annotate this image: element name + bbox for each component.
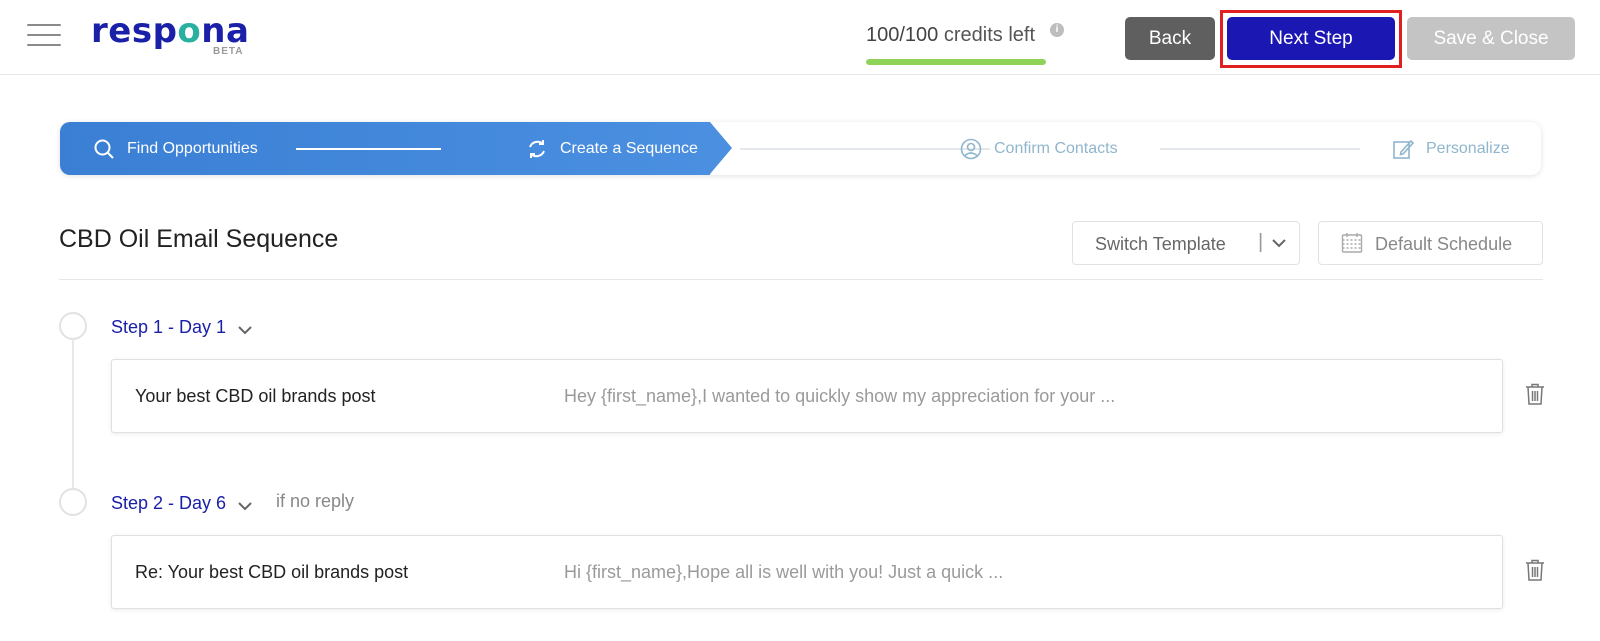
menu-bar bbox=[27, 44, 61, 46]
credits-progress-fill bbox=[866, 59, 1046, 65]
step-1-marker bbox=[59, 312, 87, 340]
email-subject: Your best CBD oil brands post bbox=[135, 386, 376, 406]
step-find-opportunities[interactable]: Find Opportunities bbox=[93, 122, 258, 175]
email-preview: Hey {first_name},I wanted to quickly sho… bbox=[564, 386, 1116, 406]
info-icon[interactable]: i bbox=[1050, 23, 1064, 37]
top-header: respona BETA 100/100 credits left i Back… bbox=[0, 0, 1600, 75]
next-step-button[interactable]: Next Step bbox=[1227, 17, 1395, 60]
dropdown-separator: | bbox=[1258, 231, 1264, 253]
save-close-button[interactable]: Save & Close bbox=[1407, 17, 1575, 60]
chevron-down-icon[interactable] bbox=[236, 321, 254, 339]
step-create-sequence[interactable]: Create a Sequence bbox=[526, 122, 698, 175]
email-card-step-2[interactable]: Re: Your best CBD oil brands post Hi {fi… bbox=[111, 535, 1503, 609]
step-label: Personalize bbox=[1426, 139, 1510, 157]
timeline-line bbox=[72, 340, 74, 490]
email-preview: Hi {first_name},Hope all is well with yo… bbox=[564, 562, 1004, 582]
step-personalize[interactable]: Personalize bbox=[1392, 122, 1510, 175]
step-confirm-contacts[interactable]: Confirm Contacts bbox=[960, 122, 1118, 175]
step-2-header[interactable]: Step 2 - Day 6 bbox=[111, 491, 254, 515]
step-1-header[interactable]: Step 1 - Day 1 bbox=[111, 315, 254, 339]
email-subject: Re: Your best CBD oil brands post bbox=[135, 562, 409, 582]
step-2-condition: if no reply bbox=[276, 491, 355, 511]
credits-counter: 100/100 credits left bbox=[866, 24, 1035, 46]
default-schedule-label: Default Schedule bbox=[1375, 234, 1513, 254]
trash-icon[interactable] bbox=[1525, 383, 1545, 405]
edit-icon bbox=[1393, 139, 1414, 159]
calendar-icon bbox=[1341, 233, 1363, 253]
credits-progress-bar bbox=[866, 59, 1046, 65]
switch-template-dropdown[interactable]: Switch Template | bbox=[1072, 221, 1300, 265]
refresh-icon bbox=[529, 139, 545, 158]
step-connector bbox=[296, 148, 441, 150]
chevron-down-icon bbox=[1272, 239, 1286, 248]
chevron-down-icon[interactable] bbox=[236, 497, 254, 515]
progress-stepper: Find Opportunities Create a Sequence Con… bbox=[60, 122, 1541, 175]
sequence-title: CBD Oil Email Sequence bbox=[59, 225, 339, 253]
step-1-label: Step 1 - Day 1 bbox=[111, 316, 227, 337]
step-connector bbox=[740, 148, 990, 150]
back-button[interactable]: Back bbox=[1125, 17, 1215, 60]
user-icon bbox=[960, 138, 982, 159]
search-icon bbox=[94, 139, 114, 159]
trash-icon[interactable] bbox=[1525, 559, 1545, 581]
menu-icon[interactable] bbox=[27, 24, 61, 46]
default-schedule-button[interactable]: Default Schedule bbox=[1318, 221, 1543, 265]
beta-badge: BETA bbox=[213, 46, 244, 57]
email-card-step-1[interactable]: Your best CBD oil brands post Hey {first… bbox=[111, 359, 1503, 433]
switch-template-label: Switch Template bbox=[1095, 234, 1226, 254]
stepper-arrow bbox=[710, 122, 732, 174]
step-connector bbox=[1160, 148, 1360, 150]
logo-wordmark: respona bbox=[91, 11, 250, 51]
section-divider bbox=[59, 279, 1543, 280]
menu-bar bbox=[27, 24, 61, 26]
respona-logo[interactable]: respona BETA bbox=[91, 11, 249, 61]
step-label: Create a Sequence bbox=[560, 139, 698, 157]
step-2-marker bbox=[59, 488, 87, 516]
step-label: Find Opportunities bbox=[127, 139, 258, 157]
step-2-label: Step 2 - Day 6 bbox=[111, 492, 227, 513]
step-label: Confirm Contacts bbox=[994, 139, 1118, 157]
menu-bar bbox=[27, 34, 61, 36]
